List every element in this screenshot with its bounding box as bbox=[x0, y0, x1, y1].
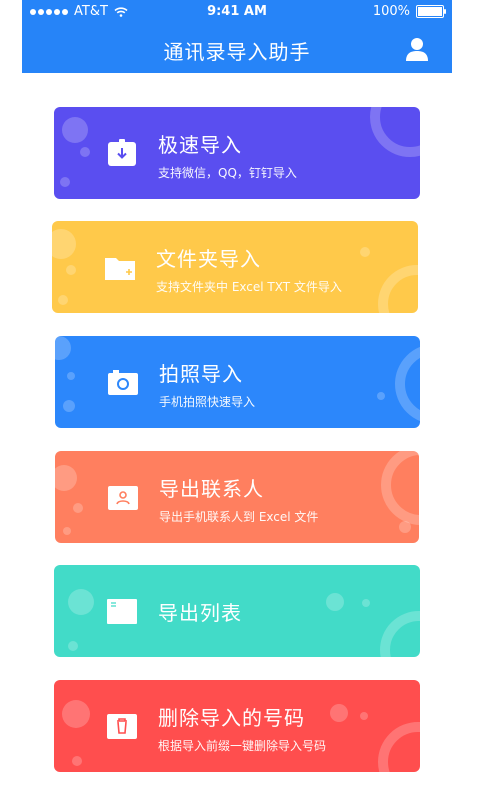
battery-percent: 100% bbox=[372, 4, 410, 19]
card-subtitle: 支持微信，QQ，钉钉导入 bbox=[158, 166, 297, 180]
folder-icon bbox=[104, 253, 136, 281]
page-title: 通讯录导入助手 bbox=[163, 40, 311, 64]
status-bar: AT&T 9:41 AM 100% bbox=[22, 0, 452, 24]
card-subtitle: 导出手机联系人到 Excel 文件 bbox=[159, 510, 319, 524]
battery-icon bbox=[416, 5, 446, 18]
camera-icon bbox=[107, 368, 139, 396]
card-subtitle: 支持文件夹中 Excel TXT 文件导入 bbox=[156, 280, 342, 294]
card-subtitle: 手机拍照快速导入 bbox=[159, 395, 256, 409]
card-title: 极速导入 bbox=[158, 133, 242, 157]
card-delete-imported[interactable]: 删除导入的号码 根据导入前缀一键删除导入号码 bbox=[54, 680, 420, 772]
card-quick-import[interactable]: 极速导入 支持微信，QQ，钉钉导入 bbox=[54, 107, 420, 199]
contact-card-icon bbox=[107, 483, 139, 511]
card-export-list[interactable]: 导出列表 bbox=[54, 565, 420, 657]
card-title: 拍照导入 bbox=[159, 362, 243, 386]
card-export-contacts[interactable]: 导出联系人 导出手机联系人到 Excel 文件 bbox=[55, 451, 419, 543]
card-title: 删除导入的号码 bbox=[158, 706, 305, 730]
card-title: 导出列表 bbox=[158, 601, 242, 625]
card-photo-import[interactable]: 拍照导入 手机拍照快速导入 bbox=[55, 336, 420, 428]
card-title: 文件夹导入 bbox=[156, 247, 261, 271]
download-icon bbox=[106, 139, 138, 167]
app-header: AT&T 9:41 AM 100% 通讯录导入助手 bbox=[22, 0, 452, 73]
list-icon bbox=[106, 597, 138, 625]
card-subtitle: 根据导入前缀一键删除导入号码 bbox=[158, 739, 327, 753]
trash-icon bbox=[106, 712, 138, 740]
phone-screen: AT&T 9:41 AM 100% 通讯录导入助手 极速导入 支持微信，QQ，钉… bbox=[22, 0, 452, 800]
user-icon[interactable] bbox=[404, 36, 430, 62]
status-right: 100% bbox=[372, 4, 446, 19]
card-title: 导出联系人 bbox=[159, 477, 264, 501]
card-folder-import[interactable]: 文件夹导入 支持文件夹中 Excel TXT 文件导入 bbox=[52, 221, 418, 313]
